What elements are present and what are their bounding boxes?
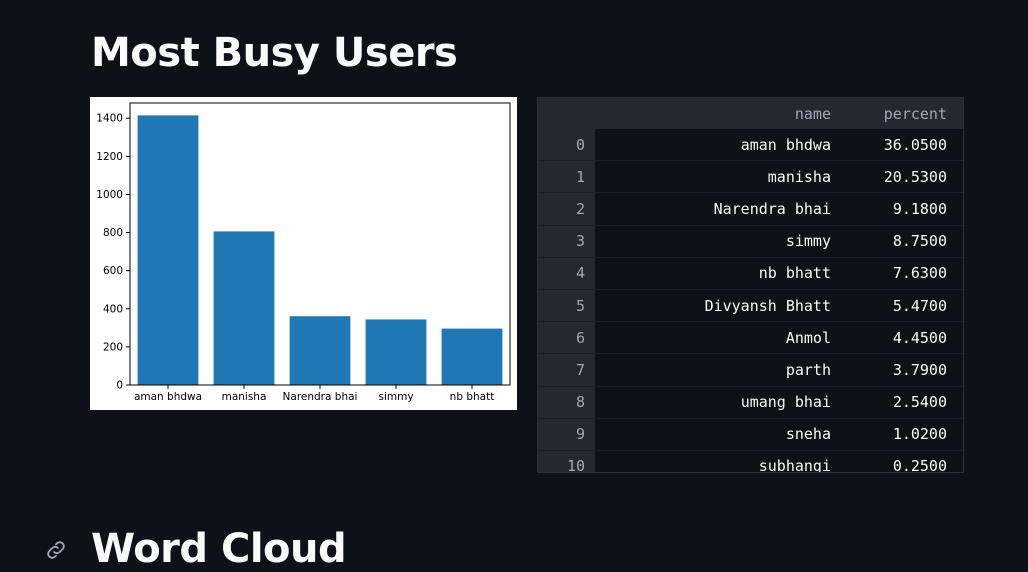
table-row[interactable]: 5 Divyansh Bhatt 5.4700: [538, 289, 963, 323]
y-tick-label: 600: [103, 265, 123, 277]
cell-name: Divyansh Bhatt: [595, 289, 847, 323]
table-row[interactable]: 10 subhangi 0.2500: [538, 450, 963, 472]
bar-chart-svg: aman bhdwa manisha Narendra bhai simmy nb bh…: [96, 102, 511, 403]
table-row[interactable]: 3 simmy 8.7500: [538, 225, 963, 258]
column-header-percent[interactable]: percent: [847, 98, 963, 129]
y-tick-label: 400: [103, 303, 123, 315]
cell-percent: 3.7900: [847, 353, 963, 387]
table-row[interactable]: 0 aman bhdwa 36.0500: [538, 129, 963, 162]
cell-percent: 5.4700: [847, 289, 963, 323]
dataframe[interactable]: name percent 0 aman bhdwa 36.0500 1 manisha 2…: [537, 97, 964, 473]
index-header[interactable]: [538, 98, 595, 129]
cell-name: sneha: [595, 418, 847, 451]
table-row[interactable]: 7 parth 3.7900: [538, 353, 963, 387]
cell-percent: 8.7500: [847, 225, 963, 258]
cell-percent: 0.2500: [847, 450, 963, 472]
row-index: 5: [538, 289, 595, 323]
cell-name: umang bhai: [595, 386, 847, 419]
table-row[interactable]: 6 Anmol 4.4500: [538, 321, 963, 355]
cell-name: Anmol: [595, 321, 847, 355]
table-row[interactable]: 9 sneha 1.0200: [538, 418, 963, 451]
x-tick-label: Narendra bhai: [283, 391, 358, 403]
x-tick-label: aman bhdwa: [134, 391, 202, 403]
row-index: 8: [538, 386, 595, 419]
link-icon[interactable]: [44, 538, 68, 562]
y-tick-label: 200: [103, 341, 123, 353]
bar: [441, 328, 503, 385]
row-index: 10: [538, 450, 595, 472]
row-index: 3: [538, 225, 595, 258]
y-tick-label: 1200: [96, 151, 123, 163]
section-title-word-cloud: Word Cloud: [91, 526, 347, 572]
bar: [213, 231, 275, 385]
bar: [289, 316, 351, 385]
cell-name: subhangi: [595, 450, 847, 472]
cell-name: manisha: [595, 160, 847, 194]
cell-percent: 36.0500: [847, 129, 963, 162]
cell-percent: 20.5300: [847, 160, 963, 194]
row-index: 9: [538, 418, 595, 451]
bar: [137, 115, 199, 385]
table-row[interactable]: 1 manisha 20.5300: [538, 160, 963, 194]
table-row[interactable]: 4 nb bhatt 7.6300: [538, 257, 963, 290]
cell-percent: 2.5400: [847, 386, 963, 419]
row-index: 6: [538, 321, 595, 355]
row-index: 4: [538, 257, 595, 290]
header-row: name percent: [538, 98, 963, 129]
row-index: 2: [538, 192, 595, 226]
cell-name: aman bhdwa: [595, 129, 847, 162]
row-index: 7: [538, 353, 595, 387]
bar-chart: aman bhdwa manisha Narendra bhai simmy nb bh…: [90, 97, 517, 410]
table-row[interactable]: 8 umang bhai 2.5400: [538, 386, 963, 419]
x-tick-label: simmy: [378, 391, 413, 403]
x-tick-label: nb bhatt: [450, 391, 495, 403]
cell-percent: 4.4500: [847, 321, 963, 355]
cell-name: nb bhatt: [595, 257, 847, 290]
cell-name: parth: [595, 353, 847, 387]
cell-percent: 1.0200: [847, 418, 963, 451]
table-row[interactable]: 2 Narendra bhai 9.1800: [538, 192, 963, 226]
dataframe-table: name percent 0 aman bhdwa 36.0500 1 manisha 2…: [538, 98, 963, 472]
y-tick-label: 1400: [96, 113, 123, 125]
row-index: 0: [538, 129, 595, 162]
bar: [365, 319, 427, 385]
cell-percent: 7.6300: [847, 257, 963, 290]
y-tick-label: 0: [116, 380, 123, 392]
column-header-name[interactable]: name: [595, 98, 847, 129]
x-tick-label: manisha: [222, 391, 267, 403]
section-title-most-busy-users: Most Busy Users: [91, 30, 458, 76]
y-tick-label: 1000: [96, 189, 123, 201]
cell-percent: 9.1800: [847, 192, 963, 226]
cell-name: simmy: [595, 225, 847, 258]
y-tick-label: 800: [103, 227, 123, 239]
cell-name: Narendra bhai: [595, 192, 847, 226]
row-index: 1: [538, 160, 595, 194]
